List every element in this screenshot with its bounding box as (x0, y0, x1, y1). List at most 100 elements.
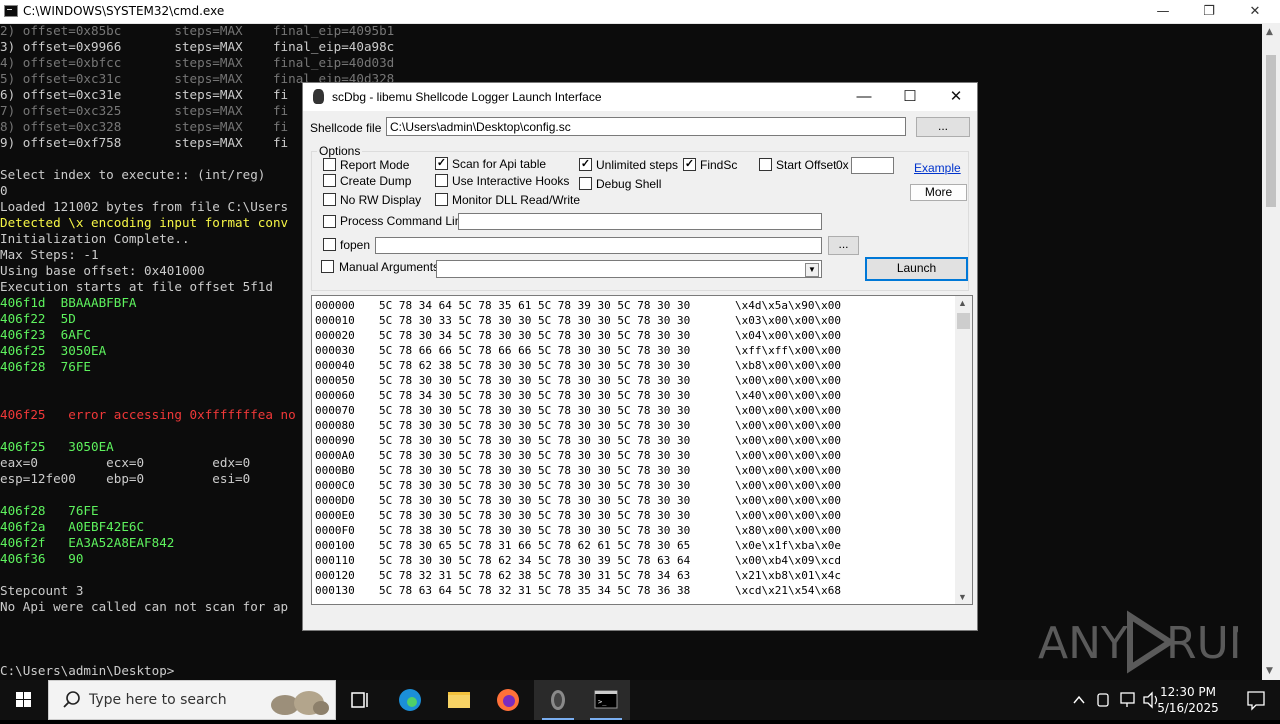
hex-offset: 000080 (315, 419, 355, 432)
hex-bytes: 5C 78 30 33 5C 78 30 30 5C 78 30 30 5C 7… (379, 314, 691, 327)
launch-button[interactable]: Launch (865, 257, 968, 281)
network-icon[interactable] (1120, 692, 1135, 704)
hex-bytes: 5C 78 34 64 5C 78 35 61 5C 78 39 30 5C 7… (379, 299, 691, 312)
cmd-title: C:\WINDOWS\SYSTEM32\cmd.exe (23, 4, 225, 18)
manual-args-combo[interactable]: ▼ (436, 260, 822, 278)
browse-shellcode-button[interactable]: ... (916, 117, 970, 137)
hex-offset: 000110 (315, 554, 355, 567)
console-line: 4) offset=0xbfcc steps=MAX final_eip=40d… (0, 55, 395, 70)
no-rw-display-checkbox[interactable] (323, 193, 336, 206)
hex-bytes: 5C 78 30 30 5C 78 30 30 5C 78 30 30 5C 7… (379, 434, 691, 447)
scroll-thumb[interactable] (1266, 55, 1276, 207)
task-view-button[interactable] (336, 680, 384, 720)
fopen-checkbox[interactable] (323, 238, 336, 251)
start-offset-checkbox[interactable] (759, 158, 772, 171)
scan-api-checkbox[interactable]: ✓ (435, 157, 448, 170)
hex-ascii: \xb8\x00\x00\x00 (735, 359, 841, 372)
shellcode-file-label: Shellcode file (310, 121, 382, 135)
clock-time: 12:30 PM (1160, 685, 1216, 699)
chevron-down-icon[interactable]: ▼ (805, 263, 819, 277)
process-cmd-checkbox[interactable] (323, 215, 336, 228)
scdbg-maximize-button[interactable]: ☐ (887, 83, 933, 111)
console-line: C:\Users\admin\Desktop> (0, 663, 175, 678)
hex-offset: 000020 (315, 329, 355, 342)
hex-scroll-up-icon[interactable]: ▲ (958, 298, 967, 308)
close-button[interactable]: ✕ (1232, 0, 1278, 23)
hex-offset: 0000C0 (315, 479, 355, 492)
fopen-input[interactable] (375, 237, 822, 254)
scdbg-close-button[interactable]: ✕ (933, 83, 979, 111)
report-mode-checkbox[interactable] (323, 158, 336, 171)
taskbar: Type here to search >_ 12:30 PM 5/16/202… (0, 680, 1280, 720)
hex-ascii: \x00\x00\x00\x00 (735, 404, 841, 417)
firefox-taskbar-button[interactable] (484, 680, 532, 720)
hex-ascii: \x00\x00\x00\x00 (735, 449, 841, 462)
hex-scroll-down-icon[interactable]: ▼ (958, 592, 967, 602)
scdbg-minimize-button[interactable]: — (841, 83, 887, 111)
console-line: Select index to execute:: (int/reg) (0, 167, 266, 182)
manual-args-checkbox[interactable] (321, 260, 334, 273)
hex-ascii: \xcd\x21\x54\x68 (735, 584, 841, 597)
hex-bytes: 5C 78 30 30 5C 78 30 30 5C 78 30 30 5C 7… (379, 509, 691, 522)
device-icon[interactable] (1097, 693, 1109, 707)
hex-offset: 0000D0 (315, 494, 355, 507)
hex-offset: 000030 (315, 344, 355, 357)
findsc-checkbox[interactable]: ✓ (683, 158, 696, 171)
hex-scrollbar[interactable]: ▲ ▼ (955, 296, 972, 604)
console-line: 406f25 error accessing 0xfffffffea no (0, 407, 296, 422)
debug-shell-checkbox[interactable] (579, 177, 592, 190)
hex-offset: 000120 (315, 569, 355, 582)
create-dump-checkbox[interactable] (323, 174, 336, 187)
hex-ascii: \x00\x00\x00\x00 (735, 419, 841, 432)
monitor-dll-checkbox[interactable] (435, 193, 448, 206)
hex-offset: 000130 (315, 584, 355, 597)
search-icon (63, 691, 80, 708)
shellcode-path-input[interactable]: C:\Users\admin\Desktop\config.sc (386, 117, 906, 136)
process-cmd-input[interactable] (458, 213, 822, 230)
console-line: Stepcount 3 (0, 583, 84, 598)
example-link[interactable]: Example (914, 161, 961, 175)
fopen-browse-button[interactable]: ... (828, 236, 859, 255)
console-line: 406f28 76FE (0, 359, 91, 374)
windows-logo-icon (16, 692, 31, 707)
unlimited-steps-checkbox[interactable]: ✓ (579, 158, 592, 171)
start-offset-input[interactable] (851, 157, 894, 174)
more-button[interactable]: More (910, 184, 967, 201)
hex-offset: 0000A0 (315, 449, 355, 462)
start-button[interactable] (0, 680, 48, 720)
start-offset-label: Start Offset (776, 158, 837, 172)
hex-bytes: 5C 78 30 30 5C 78 62 34 5C 78 30 39 5C 7… (379, 554, 691, 567)
console-line: Execution starts at file offset 5f1d (0, 279, 273, 294)
minimize-button[interactable]: — (1140, 0, 1186, 23)
console-scrollbar[interactable]: ▲ ▼ (1262, 23, 1280, 680)
scdbg-title: scDbg - libemu Shellcode Logger Launch I… (332, 90, 602, 104)
console-line: 3) offset=0x9966 steps=MAX final_eip=40a… (0, 39, 395, 54)
maximize-button[interactable]: ❐ (1186, 0, 1232, 23)
scroll-up-icon[interactable]: ▲ (1266, 27, 1273, 37)
taskbar-search-box[interactable]: Type here to search (48, 680, 336, 720)
notifications-icon[interactable] (1236, 680, 1276, 720)
hex-view[interactable]: 000000 5C 78 34 64 5C 78 35 61 5C 78 39 3… (311, 295, 973, 605)
hex-offset: 000060 (315, 389, 355, 402)
hex-scroll-thumb[interactable] (957, 313, 970, 329)
hex-bytes: 5C 78 30 65 5C 78 31 66 5C 78 62 61 5C 7… (379, 539, 691, 552)
console-line: Using base offset: 0x401000 (0, 263, 205, 278)
hex-ascii: \x00\x00\x00\x00 (735, 494, 841, 507)
process-cmd-label: Process Command Line (340, 214, 469, 228)
console-line: 406f1d BBAAABFBFA (0, 295, 137, 310)
chevron-up-icon[interactable] (1073, 695, 1085, 704)
scroll-down-icon[interactable]: ▼ (1266, 666, 1273, 676)
elephants-highlight-icon (271, 691, 329, 715)
cmd-titlebar[interactable]: C:\WINDOWS\SYSTEM32\cmd.exe — ❐ ✕ (0, 0, 1280, 24)
scdbg-titlebar[interactable]: scDbg - libemu Shellcode Logger Launch I… (303, 83, 977, 111)
taskbar-clock[interactable]: 12:30 PM 5/16/2025 (1150, 684, 1226, 716)
cmd-taskbar-button[interactable]: >_ (582, 680, 630, 720)
edge-taskbar-button[interactable] (386, 680, 434, 720)
console-line: 6) offset=0xc31e steps=MAX fi (0, 87, 289, 102)
interactive-hooks-checkbox[interactable] (435, 174, 448, 187)
task-view-icon (351, 692, 368, 708)
hex-bytes: 5C 78 30 34 5C 78 30 30 5C 78 30 30 5C 7… (379, 329, 691, 342)
hex-ascii: \x00\x00\x00\x00 (735, 464, 841, 477)
file-explorer-taskbar-button[interactable] (435, 680, 483, 720)
scdbg-taskbar-button[interactable] (534, 680, 582, 720)
